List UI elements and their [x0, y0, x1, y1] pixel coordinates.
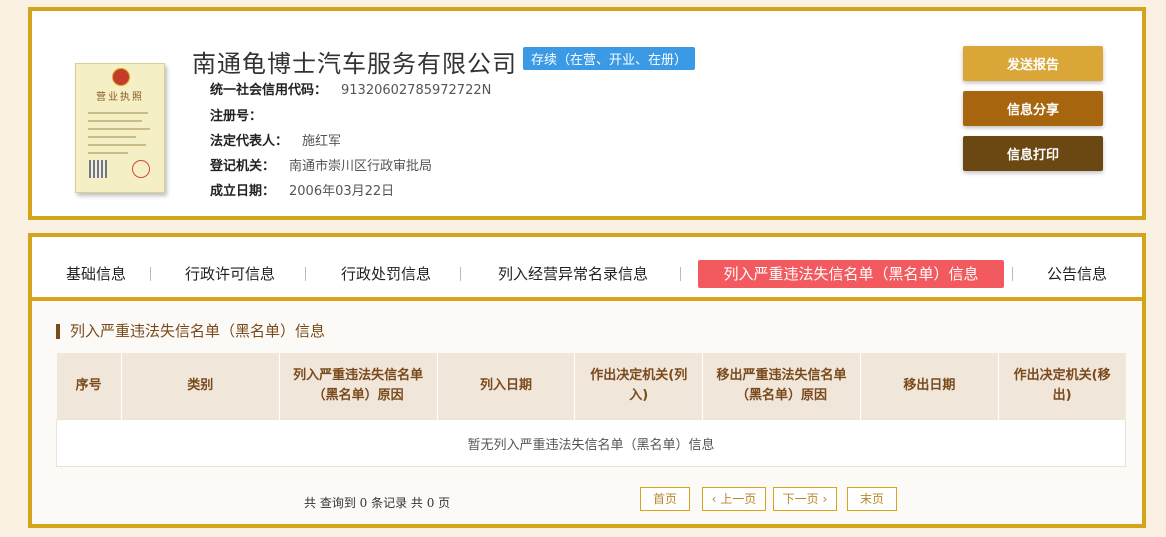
tab-bar: 基础信息 行政许可信息 行政处罚信息 列入经营异常名录信息 列入严重违法失信名单… — [32, 237, 1142, 301]
col-header-listing-reason: 列入严重违法失信名单（黑名单）原因 — [279, 353, 438, 420]
info-registration-authority: 登记机关： 南通市崇川区行政审批局 — [210, 155, 432, 174]
pager-summary: 共 查询到 0 条记录 共 0 页 — [304, 496, 451, 510]
license-text-line — [88, 136, 136, 138]
license-text-line — [88, 128, 150, 130]
license-text-line — [88, 112, 148, 114]
tab-divider — [460, 267, 461, 281]
print-info-button[interactable]: 信息打印 — [963, 136, 1103, 171]
info-value: 91320602785972722N — [341, 83, 492, 98]
section-title: 列入严重违法失信名单（黑名单）信息 — [56, 324, 325, 339]
info-label: 注册号： — [210, 109, 263, 124]
status-badge: 存续（在营、开业、在册） — [523, 47, 696, 70]
tab-divider — [680, 267, 681, 281]
info-value: 2006年03月22日 — [289, 184, 395, 199]
detail-panel: 基础信息 行政许可信息 行政处罚信息 列入经营异常名录信息 列入严重违法失信名单… — [28, 233, 1146, 528]
pager-next-label: 下一页 — [782, 492, 819, 506]
chevron-left-icon: ‹ — [711, 492, 721, 506]
pager-last-button[interactable]: 末页 — [847, 487, 897, 511]
info-value: 南通市崇川区行政审批局 — [289, 159, 433, 174]
info-established-date: 成立日期： 2006年03月22日 — [210, 180, 394, 199]
col-header-index: 序号 — [56, 353, 122, 420]
tab-administrative-license[interactable]: 行政许可信息 — [178, 260, 282, 288]
tab-blacklist[interactable]: 列入严重违法失信名单（黑名单）信息 — [698, 260, 1004, 288]
blacklist-table: 序号 类别 列入严重违法失信名单（黑名单）原因 列入日期 作出决定机关(列入) … — [56, 353, 1126, 467]
share-info-button[interactable]: 信息分享 — [963, 91, 1103, 126]
tab-divider — [305, 267, 306, 281]
tab-basic-info[interactable]: 基础信息 — [56, 260, 136, 288]
info-legal-representative: 法定代表人： 施红军 — [210, 130, 341, 149]
pager-prev-label: 上一页 — [720, 492, 757, 506]
license-text-line — [88, 144, 146, 146]
empty-message: 暂无列入严重违法失信名单（黑名单）信息 — [56, 419, 1126, 467]
col-header-removal-authority: 作出决定机关(移出) — [998, 353, 1126, 420]
info-label: 统一社会信用代码： — [210, 83, 328, 98]
col-header-removal-date: 移出日期 — [860, 353, 999, 420]
pager-prev-button[interactable]: ‹ 上一页 — [702, 487, 766, 511]
tab-abnormal-operation[interactable]: 列入经营异常名录信息 — [490, 260, 656, 288]
pager-next-button[interactable]: 下一页 › — [773, 487, 837, 511]
national-emblem-icon — [112, 68, 130, 86]
info-credit-code: 统一社会信用代码： 91320602785972722N — [210, 79, 491, 98]
table-empty-row: 暂无列入严重违法失信名单（黑名单）信息 — [56, 419, 1126, 467]
company-summary-panel: 营业执照 南通龟博士汽车服务有限公司 存续（在营、开业、在册） 统一社会信用代码… — [28, 7, 1146, 220]
info-label: 登记机关： — [210, 159, 276, 174]
business-license-image[interactable]: 营业执照 — [75, 63, 165, 193]
info-label: 法定代表人： — [210, 134, 289, 149]
col-header-listing-authority: 作出决定机关(列入) — [574, 353, 704, 420]
qr-code-icon — [89, 160, 107, 178]
chevron-right-icon: › — [818, 492, 828, 506]
tab-administrative-penalty[interactable]: 行政处罚信息 — [334, 260, 438, 288]
table-header-row: 序号 类别 列入严重违法失信名单（黑名单）原因 列入日期 作出决定机关(列入) … — [56, 353, 1126, 420]
info-label: 成立日期： — [210, 184, 276, 199]
license-title: 营业执照 — [96, 92, 144, 103]
info-value: 施红军 — [302, 134, 342, 149]
col-header-removal-reason: 移出严重违法失信名单（黑名单）原因 — [702, 353, 861, 420]
send-report-button[interactable]: 发送报告 — [963, 46, 1103, 81]
license-text-line — [88, 152, 128, 154]
col-header-category: 类别 — [121, 353, 280, 420]
pager-first-button[interactable]: 首页 — [640, 487, 690, 511]
tab-divider — [1012, 267, 1013, 281]
col-header-listing-date: 列入日期 — [437, 353, 576, 420]
info-registration-number: 注册号： — [210, 105, 276, 124]
tab-announcement[interactable]: 公告信息 — [1038, 260, 1116, 288]
company-name: 南通龟博士汽车服务有限公司 — [192, 50, 517, 78]
tab-divider — [150, 267, 151, 281]
license-text-line — [88, 120, 142, 122]
official-seal-icon — [132, 160, 150, 178]
